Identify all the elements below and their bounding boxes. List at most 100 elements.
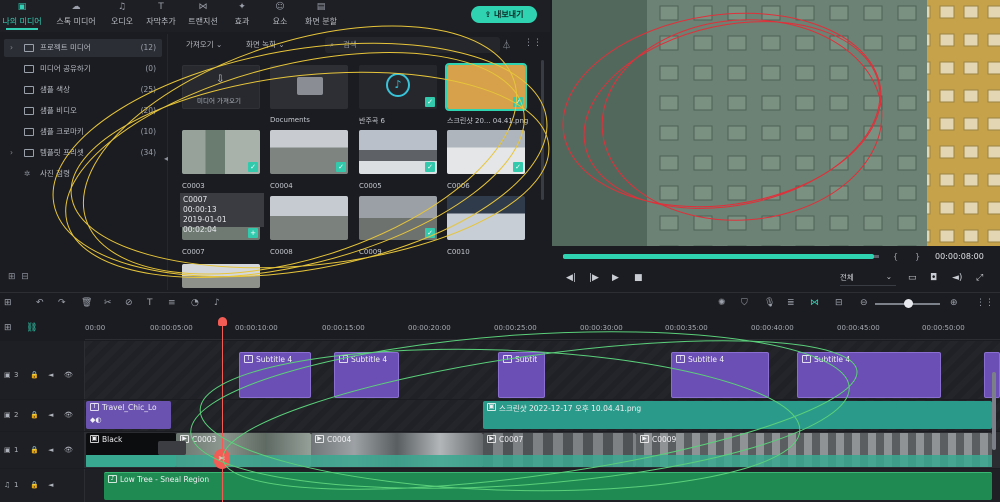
tab-my-media[interactable]: ▣ 나의 미디어 — [0, 0, 44, 32]
subtitle-clip[interactable]: T Subtitle 4 — [239, 352, 311, 398]
voiceover-list-icon[interactable]: ≣ — [787, 298, 795, 308]
text-t-icon[interactable]: T — [147, 298, 153, 308]
volume-icon[interactable]: ◄) — [952, 273, 962, 283]
playhead-line[interactable] — [222, 318, 223, 502]
link-icon[interactable]: ⛓ — [26, 323, 37, 333]
zoom-select[interactable]: 전체 ⌄ — [840, 272, 896, 286]
playhead-handle[interactable] — [218, 317, 227, 326]
audio-clip[interactable]: ♪ Low Tree - Sneal Region — [104, 472, 992, 500]
media-item[interactable]: ✓ — [445, 63, 527, 111]
add-track-icon[interactable]: ⊞ — [4, 323, 12, 333]
lock-icon[interactable]: 🔒 — [30, 371, 39, 379]
eye-icon[interactable]: 👁 — [64, 446, 73, 454]
mark-in-icon[interactable]: { — [893, 252, 898, 261]
delete-icon[interactable]: 🗑 — [81, 298, 92, 308]
sidebar-item-sample-chroma[interactable]: 샘플 크로마키 (10) — [4, 123, 162, 141]
subtitle-clip[interactable]: T Subtit — [498, 352, 545, 398]
record-dropdown[interactable]: 화면 녹화 ⌄ — [246, 39, 285, 52]
sidebar-item-template-presets[interactable]: › 템플릿 프리셋 (34) — [4, 144, 162, 162]
audio-icon[interactable]: ◄ — [48, 371, 53, 379]
layout-icon[interactable]: ⊞ — [4, 298, 12, 308]
media-item[interactable]: ✓ — [447, 130, 525, 174]
snap-icon[interactable]: ⋈ — [810, 298, 819, 308]
media-scrollbar[interactable] — [541, 60, 544, 200]
fullscreen-icon[interactable]: ⤢ — [976, 273, 983, 283]
eye-icon[interactable]: 👁 — [64, 411, 73, 419]
filter-icon[interactable]: ⏃ — [502, 38, 511, 51]
media-item[interactable]: ✓ — [182, 130, 260, 174]
media-item[interactable]: ♪ ✓ — [359, 65, 437, 109]
chevron-right-icon[interactable]: › — [10, 144, 13, 162]
text-t-icon: T — [244, 355, 253, 363]
media-item[interactable] — [270, 196, 348, 240]
media-item[interactable]: ✓ — [359, 130, 437, 174]
music-note-icon: ♫ — [4, 481, 11, 489]
microphone-icon[interactable]: 🎙 — [764, 298, 775, 308]
redo-icon[interactable]: ↷ — [58, 298, 66, 308]
step-forward-icon[interactable]: |▶ — [589, 273, 599, 283]
collapse-sidebar-icon[interactable]: ◂ — [164, 154, 168, 163]
grid-view-icon[interactable]: ⋮⋮ — [524, 38, 542, 48]
media-item[interactable] — [447, 196, 525, 240]
export-button[interactable]: ⇪ 내보내기 — [471, 6, 537, 23]
speed-icon[interactable]: ◔ — [191, 298, 199, 308]
lock-icon[interactable]: 🔒 — [30, 481, 39, 489]
stop-icon[interactable]: ■ — [634, 273, 643, 283]
step-back-icon[interactable]: ◀| — [566, 273, 576, 283]
media-item[interactable] — [270, 65, 348, 109]
new-folder-icon[interactable]: ⊞ — [8, 272, 16, 282]
sidebar-item-label: 미디어 공유하기 — [40, 64, 91, 73]
subtitle-clip[interactable]: T Subtitle 4 — [671, 352, 769, 398]
sidebar-item-photo[interactable]: ✲ 사진 점령 — [4, 165, 162, 183]
cut-icon[interactable]: ✂ — [104, 298, 112, 308]
media-item[interactable] — [182, 264, 260, 288]
scissors-icon[interactable]: ✂ — [214, 449, 230, 469]
chevron-right-icon[interactable]: › — [10, 39, 13, 57]
import-media-tile[interactable]: ⇩ 미디어 가져오기 — [182, 65, 260, 109]
lock-icon[interactable]: 🔒 — [30, 446, 39, 454]
zoom-in-icon[interactable]: ⊕ — [950, 298, 958, 308]
timeline-zoom-knob[interactable] — [904, 299, 913, 308]
media-item[interactable]: ✓ — [359, 196, 437, 240]
monitor-icon[interactable]: ▭ — [908, 273, 917, 283]
tab-stock-media[interactable]: ☁ 스톡 미디어 — [54, 0, 98, 32]
sidebar-item-sample-videos[interactable]: 샘플 비디오 (20) — [4, 102, 162, 120]
timeline-vertical-scrollbar[interactable] — [992, 372, 996, 450]
lock-icon[interactable]: 🔒 — [30, 411, 39, 419]
tab-elements[interactable]: ☺ 요소 — [258, 0, 302, 32]
adjust-icon[interactable]: ≡ — [168, 298, 176, 308]
sidebar-item-shared-media[interactable]: 미디어 공유하기 (0) — [4, 60, 162, 78]
undo-icon[interactable]: ↶ — [36, 298, 44, 308]
tab-audio[interactable]: ♫ 오디오 — [100, 0, 144, 32]
ban-icon[interactable]: ⊘ — [125, 298, 133, 308]
tab-titles[interactable]: T 자막추가 — [139, 0, 183, 32]
sidebar-item-sample-colors[interactable]: 샘플 색상 (25) — [4, 81, 162, 99]
tab-transitions[interactable]: ⋈ 트랜지션 — [181, 0, 225, 32]
audio-icon[interactable]: ◄ — [48, 411, 53, 419]
sidebar-item-project-media[interactable]: › 프로젝트 미디어 (12) — [4, 39, 162, 57]
shield-icon[interactable]: ⛉ — [741, 298, 748, 308]
fit-icon[interactable]: ⊟ — [835, 298, 843, 308]
grid-view-icon[interactable]: ⋮⋮ — [976, 298, 994, 308]
subtitle-clip[interactable]: T Subtitle 4 — [334, 352, 399, 398]
ruler-tick-label: 00:00:20:00 — [408, 324, 451, 332]
media-item-caption: C0010 — [447, 248, 470, 256]
folder-open-icon[interactable]: ⊟ — [21, 272, 29, 282]
snapshot-icon[interactable]: ◘ — [930, 273, 937, 283]
audio-icon[interactable]: ◄ — [48, 481, 53, 489]
media-item[interactable]: ✓ — [270, 130, 348, 174]
zoom-out-icon[interactable]: ⊖ — [860, 298, 868, 308]
eye-icon[interactable]: 👁 — [64, 371, 73, 379]
subtitle-clip[interactable]: T Subtitle 4 — [797, 352, 941, 398]
title-clip[interactable]: T Travel_Chic_Lo ◆◐ — [86, 401, 171, 429]
play-icon[interactable]: ▶ — [612, 273, 619, 283]
image-clip[interactable]: ▣ 스크린샷 2022-12-17 오후 10.04.41.png — [483, 401, 992, 429]
tab-split-screen[interactable]: ▤ 화면 분할 — [299, 0, 343, 32]
audio-wave-icon[interactable]: ♪ — [214, 298, 220, 308]
mark-out-icon[interactable]: } — [915, 252, 920, 261]
audio-icon[interactable]: ◄ — [48, 446, 53, 454]
search-input[interactable]: ⌕ 검색 — [325, 37, 500, 53]
preview-scrubber-progress[interactable] — [563, 254, 874, 259]
render-icon[interactable]: ✺ — [718, 298, 726, 308]
import-dropdown[interactable]: 가져오기 ⌄ — [186, 39, 222, 52]
